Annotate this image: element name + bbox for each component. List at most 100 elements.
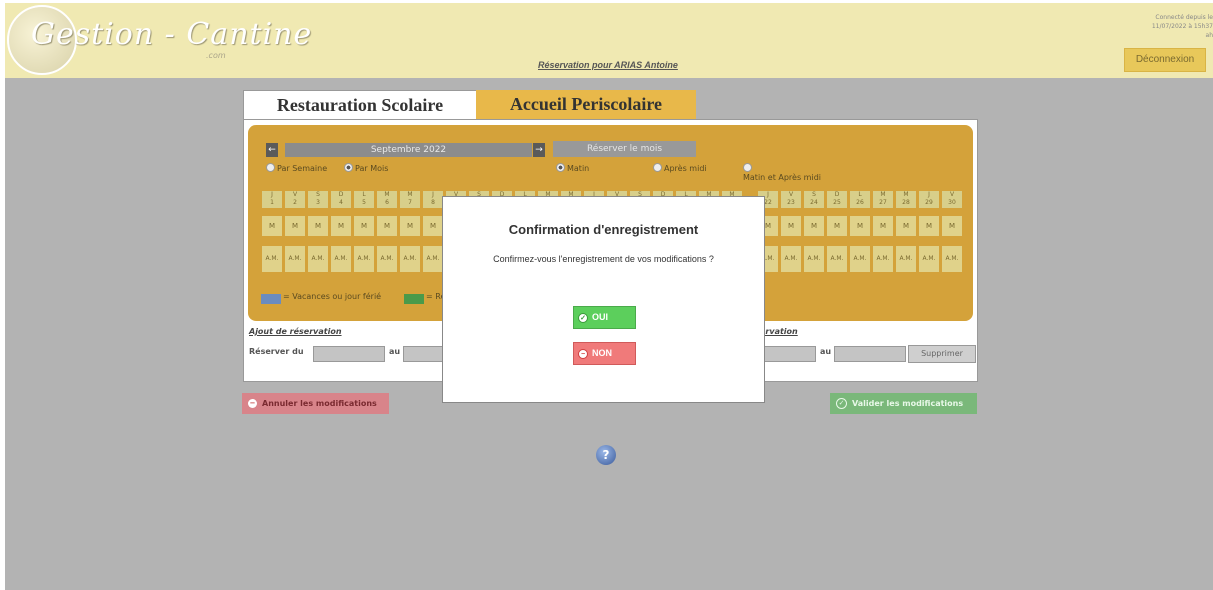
calendar-day-header: M 28 bbox=[896, 191, 916, 208]
check-circle-icon: ✓ bbox=[836, 398, 847, 409]
day-letter: L bbox=[362, 191, 366, 198]
logout-button[interactable]: Déconnexion bbox=[1124, 48, 1206, 72]
morning-slot[interactable]: M bbox=[873, 216, 893, 236]
afternoon-slot[interactable]: A.M. bbox=[262, 246, 282, 272]
remove-button[interactable]: Supprimer bbox=[908, 345, 976, 363]
remove-to-label: au bbox=[820, 347, 832, 356]
radio-matin-apres-midi[interactable]: Matin et Après midi bbox=[743, 163, 821, 182]
remove-to-input[interactable] bbox=[834, 346, 906, 362]
day-letter: J bbox=[271, 191, 273, 198]
radio-label: Matin et Après midi bbox=[743, 173, 821, 182]
calendar-day-header: D4 bbox=[331, 191, 351, 208]
morning-slot[interactable]: M bbox=[400, 216, 420, 236]
add-reservation-title: Ajout de réservation bbox=[249, 327, 342, 336]
afternoon-slot[interactable]: A.M. bbox=[850, 246, 870, 272]
afternoon-slot[interactable]: A.M. bbox=[896, 246, 916, 272]
no-button[interactable]: − NON bbox=[573, 342, 636, 365]
day-letter: S bbox=[316, 191, 320, 198]
morning-slot[interactable]: M bbox=[942, 216, 962, 236]
day-letter: M bbox=[903, 191, 909, 198]
calendar-day-header: M 27 bbox=[873, 191, 893, 208]
morning-slot[interactable]: M bbox=[354, 216, 374, 236]
morning-slot[interactable]: M bbox=[331, 216, 351, 236]
legend-holiday-label: = Vacances ou jour férié bbox=[283, 292, 382, 301]
day-number: 5 bbox=[362, 199, 366, 206]
reserve-from-input[interactable] bbox=[313, 346, 385, 362]
afternoon-slot[interactable]: A.M. bbox=[331, 246, 351, 272]
radio-label: Après midi bbox=[664, 164, 707, 173]
day-letter: V bbox=[949, 191, 955, 198]
afternoon-slot[interactable]: A.M. bbox=[400, 246, 420, 272]
connection-info: Connecté depuis le 11/07/2022 à 15h37 ah bbox=[1133, 13, 1213, 40]
afternoon-slot[interactable]: A.M. bbox=[308, 246, 328, 272]
page: Gestion - Cantine .com Réservation pour … bbox=[5, 3, 1213, 590]
radio-apres-midi[interactable]: Après midi bbox=[653, 163, 707, 173]
logo-subtext: .com bbox=[206, 51, 226, 60]
tab-restauration-scolaire[interactable]: Restauration Scolaire bbox=[243, 90, 477, 120]
remove-from-input[interactable] bbox=[764, 346, 816, 362]
morning-slot[interactable]: M bbox=[896, 216, 916, 236]
header-bar: Gestion - Cantine .com Réservation pour … bbox=[5, 3, 1213, 78]
radio-par-mois[interactable]: Par Mois bbox=[344, 163, 388, 173]
minus-circle-icon: − bbox=[578, 348, 588, 359]
calendar-day-header: J1 bbox=[262, 191, 282, 208]
no-label: NON bbox=[592, 348, 612, 358]
afternoon-slot[interactable]: A.M. bbox=[354, 246, 374, 272]
radio-label: Par Mois bbox=[355, 164, 389, 173]
reserve-to-input[interactable] bbox=[403, 346, 445, 362]
next-month-button[interactable]: → bbox=[533, 143, 545, 157]
calendar-day-header: V2 bbox=[285, 191, 305, 208]
morning-slot[interactable]: M bbox=[262, 216, 282, 236]
afternoon-slot[interactable]: A.M. bbox=[285, 246, 305, 272]
remove-reservation-title: ervation bbox=[760, 327, 798, 336]
afternoon-slot[interactable]: A.M. bbox=[827, 246, 847, 272]
radio-label: Matin bbox=[567, 164, 590, 173]
day-number: 8 bbox=[431, 199, 435, 206]
morning-slot[interactable]: M bbox=[827, 216, 847, 236]
morning-slot[interactable]: M bbox=[781, 216, 801, 236]
reserve-from-label: Réserver du bbox=[249, 347, 304, 356]
yes-label: OUI bbox=[592, 312, 609, 322]
day-number: 24 bbox=[810, 199, 818, 206]
calendar-day-header: S 24 bbox=[804, 191, 824, 208]
logo-text: Gestion - Cantine bbox=[31, 17, 313, 52]
radio-selected-icon bbox=[556, 163, 565, 172]
yes-button[interactable]: ✓ OUI bbox=[573, 306, 636, 329]
afternoon-slot[interactable]: A.M. bbox=[423, 246, 443, 272]
reserve-to-label: au bbox=[389, 347, 401, 356]
connected-extra: ah bbox=[1205, 32, 1213, 39]
morning-slot[interactable]: M bbox=[804, 216, 824, 236]
afternoon-slot[interactable]: A.M. bbox=[919, 246, 939, 272]
afternoon-slot[interactable]: A.M. bbox=[377, 246, 397, 272]
help-icon[interactable]: ? bbox=[596, 445, 616, 465]
afternoon-slot[interactable]: A.M. bbox=[942, 246, 962, 272]
reserve-month-button[interactable]: Réserver le mois bbox=[553, 141, 696, 157]
morning-slot[interactable]: M bbox=[377, 216, 397, 236]
afternoon-slot[interactable]: A.M. bbox=[873, 246, 893, 272]
radio-matin[interactable]: Matin bbox=[556, 163, 589, 173]
day-number: 1 bbox=[270, 199, 274, 206]
minus-circle-icon: − bbox=[248, 399, 257, 408]
calendar-day-header: S3 bbox=[308, 191, 328, 208]
confirmation-dialog: Confirmation d'enregistrement Confirmez-… bbox=[442, 196, 765, 403]
cancel-changes-button[interactable]: − Annuler les modifications bbox=[242, 393, 389, 414]
tab-accueil-periscolaire[interactable]: Accueil Periscolaire bbox=[476, 90, 696, 119]
day-letter: M bbox=[880, 191, 886, 198]
calendar-day-header: L5 bbox=[354, 191, 374, 208]
day-number: 6 bbox=[385, 199, 389, 206]
prev-month-button[interactable]: ← bbox=[266, 143, 278, 157]
validate-changes-button[interactable]: ✓ Valider les modifications bbox=[830, 393, 977, 414]
afternoon-slot[interactable]: A.M. bbox=[781, 246, 801, 272]
morning-slot[interactable]: M bbox=[850, 216, 870, 236]
morning-slot[interactable]: M bbox=[308, 216, 328, 236]
cancel-label: Annuler les modifications bbox=[262, 399, 377, 408]
radio-par-semaine[interactable]: Par Semaine bbox=[266, 163, 327, 173]
afternoon-slot[interactable]: A.M. bbox=[804, 246, 824, 272]
day-letter: V bbox=[788, 191, 794, 198]
morning-slot[interactable]: M bbox=[285, 216, 305, 236]
calendar-day-header: L 26 bbox=[850, 191, 870, 208]
morning-slot[interactable]: M bbox=[919, 216, 939, 236]
radio-selected-icon bbox=[344, 163, 353, 172]
legend-holiday-swatch bbox=[261, 294, 281, 304]
morning-slot[interactable]: M bbox=[423, 216, 443, 236]
